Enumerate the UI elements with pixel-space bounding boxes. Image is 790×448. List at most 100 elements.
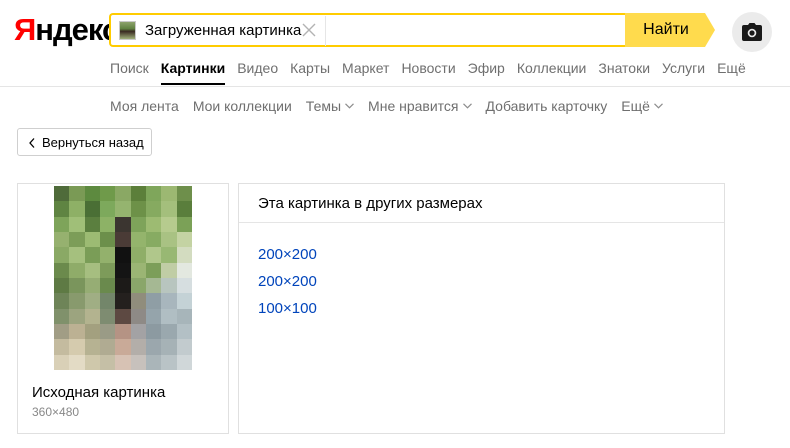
image-pixel xyxy=(161,247,177,263)
image-pixel xyxy=(130,323,146,340)
image-pixel xyxy=(161,308,177,324)
image-pixel xyxy=(161,262,177,278)
image-pixel xyxy=(161,354,177,370)
image-pixel xyxy=(84,186,100,202)
image-pixel xyxy=(69,354,85,370)
image-pixel xyxy=(145,201,162,217)
image-pixel xyxy=(69,339,85,355)
image-pixel xyxy=(176,354,192,370)
service-tab-10[interactable]: Ещё xyxy=(717,59,746,77)
service-tab-2[interactable]: Видео xyxy=(237,59,278,77)
image-pixel xyxy=(130,231,146,248)
camera-search-button[interactable] xyxy=(732,12,772,52)
image-pixel xyxy=(161,293,177,309)
image-pixel xyxy=(69,231,85,248)
service-tab-8[interactable]: Знатоки xyxy=(598,59,650,77)
find-button[interactable]: Найти xyxy=(625,13,715,47)
back-button[interactable]: Вернуться назад xyxy=(17,128,152,156)
image-pixel xyxy=(161,323,177,340)
image-pixel xyxy=(130,216,146,232)
image-pixel xyxy=(161,216,177,232)
image-pixel xyxy=(115,247,131,263)
image-pixel xyxy=(84,339,100,355)
image-pixel xyxy=(115,308,131,324)
subnav-item-0[interactable]: Моя лента xyxy=(110,97,179,115)
image-pixel xyxy=(99,201,116,217)
chevron-down-icon xyxy=(345,103,354,109)
image-pixel xyxy=(145,293,162,309)
image-pixel xyxy=(130,339,146,355)
camera-icon xyxy=(742,23,762,41)
size-link[interactable]: 200×200 xyxy=(258,268,317,295)
search-field[interactable]: Загруженная картинка xyxy=(109,13,625,47)
image-pixel xyxy=(84,201,100,217)
service-tab-4[interactable]: Маркет xyxy=(342,59,389,77)
size-link[interactable]: 100×100 xyxy=(258,295,317,322)
subnav-item-label: Темы xyxy=(305,98,342,114)
find-button-label: Найти xyxy=(643,21,689,38)
image-pixel xyxy=(145,277,162,294)
image-pixel xyxy=(99,186,116,202)
image-pixel xyxy=(54,323,70,340)
image-pixel xyxy=(54,262,70,278)
original-image-card[interactable]: Исходная картинка 360×480 xyxy=(17,183,229,434)
chevron-left-icon xyxy=(29,138,35,148)
image-pixel xyxy=(84,354,100,370)
image-pixel xyxy=(145,262,162,278)
service-tab-1[interactable]: Картинки xyxy=(160,59,226,85)
subnav-item-5[interactable]: Ещё xyxy=(621,97,663,115)
image-pixel xyxy=(161,231,177,248)
image-pixel xyxy=(176,262,192,278)
service-tab-3[interactable]: Карты xyxy=(290,59,330,77)
image-pixel xyxy=(176,293,192,309)
image-pixel xyxy=(145,231,162,248)
service-tab-9[interactable]: Услуги xyxy=(662,59,705,77)
chevron-down-icon xyxy=(654,103,663,109)
image-pixel xyxy=(176,216,192,232)
subnav-item-3[interactable]: Мне нравится xyxy=(368,97,472,115)
search-divider xyxy=(325,16,326,46)
image-pixel xyxy=(54,216,70,232)
image-pixel xyxy=(84,231,100,248)
original-image-title: Исходная картинка xyxy=(32,384,166,401)
image-pixel xyxy=(115,293,131,309)
subnav-item-2[interactable]: Темы xyxy=(306,97,354,115)
image-pixel xyxy=(99,247,116,263)
image-pixel xyxy=(99,277,116,294)
yandex-logo[interactable]: Яндекс xyxy=(14,12,119,48)
image-pixel xyxy=(84,247,100,263)
logo-rest: ндекс xyxy=(35,12,119,47)
size-link[interactable]: 200×200 xyxy=(258,241,317,268)
image-pixel xyxy=(69,277,85,294)
image-pixel xyxy=(161,201,177,217)
service-tab-6[interactable]: Эфир xyxy=(468,59,505,77)
image-pixel xyxy=(176,231,192,248)
image-pixel xyxy=(84,323,100,340)
image-pixel xyxy=(176,323,192,340)
image-pixel xyxy=(130,262,146,278)
chevron-down-icon xyxy=(462,103,472,109)
image-pixel xyxy=(115,339,131,355)
image-pixel xyxy=(115,216,131,232)
service-tab-0[interactable]: Поиск xyxy=(110,59,149,77)
service-tab-5[interactable]: Новости xyxy=(401,59,455,77)
original-image-size: 360×480 xyxy=(32,405,80,419)
image-pixel xyxy=(130,247,146,263)
original-image[interactable] xyxy=(54,186,192,370)
clear-icon[interactable] xyxy=(301,21,317,39)
image-pixel xyxy=(99,262,116,278)
panel-divider xyxy=(239,222,724,223)
image-pixel xyxy=(176,277,192,294)
image-pixel xyxy=(99,354,116,370)
image-pixel xyxy=(84,262,100,278)
image-pixel xyxy=(69,308,85,324)
service-tab-7[interactable]: Коллекции xyxy=(517,59,587,77)
image-pixel xyxy=(130,308,146,324)
image-pixel xyxy=(54,277,70,294)
subnav-item-1[interactable]: Мои коллекции xyxy=(193,97,292,115)
image-pixel xyxy=(145,308,162,324)
image-pixel xyxy=(54,308,70,324)
subnav-item-4[interactable]: Добавить карточку xyxy=(486,97,608,115)
image-pixel xyxy=(176,186,192,202)
image-pixel xyxy=(145,339,162,355)
